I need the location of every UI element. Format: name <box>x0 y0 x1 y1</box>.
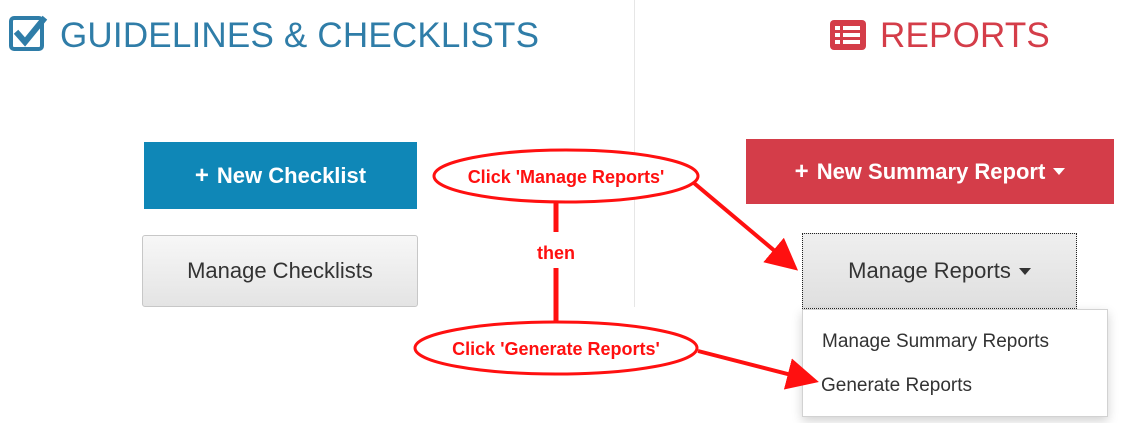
manage-reports-button[interactable]: Manage Reports <box>802 233 1077 309</box>
section-divider <box>634 0 635 307</box>
report-list-icon <box>828 15 868 55</box>
manage-reports-label: Manage Reports <box>848 258 1011 283</box>
manage-summary-reports-menu-item[interactable]: Manage Summary Reports <box>822 331 1049 353</box>
manage-checklists-button[interactable]: Manage Checklists <box>142 235 418 307</box>
then-text: then <box>537 243 575 263</box>
guidelines-reports-panel: GUIDELINES & CHECKLISTS REPORTS + New Ch… <box>0 0 1125 423</box>
checkbox-icon-svg <box>9 15 48 51</box>
checkbox-icon <box>8 15 48 55</box>
manage-checklists-label: Manage Checklists <box>187 258 373 283</box>
manage-reports-callout-bubble <box>432 148 700 204</box>
caret-down-icon <box>1018 267 1031 275</box>
caret-down-icon <box>1053 168 1066 175</box>
plus-icon: + <box>194 161 209 189</box>
reports-section-title: REPORTS <box>880 15 1050 55</box>
new-summary-report-label: New Summary Report <box>816 158 1046 184</box>
generate-reports-menu-item[interactable]: Generate Reports <box>821 375 972 397</box>
new-checklist-label: New Checklist <box>216 162 367 188</box>
reports-section-header: REPORTS <box>828 15 1050 55</box>
generate-reports-arrow <box>697 349 819 390</box>
guidelines-section-header: GUIDELINES & CHECKLISTS <box>8 15 539 55</box>
generate-reports-callout-bubble <box>413 320 699 376</box>
guidelines-section-title: GUIDELINES & CHECKLISTS <box>60 15 540 55</box>
new-summary-report-button[interactable]: + New Summary Report <box>746 139 1114 204</box>
report-list-icon-svg <box>830 20 866 50</box>
plus-icon: + <box>794 157 809 185</box>
new-checklist-button[interactable]: + New Checklist <box>144 142 417 209</box>
generate-reports-callout-text: Click 'Generate Reports' <box>452 339 660 359</box>
manage-reports-dropdown-menu: Manage Summary Reports Generate Reports <box>802 309 1108 417</box>
